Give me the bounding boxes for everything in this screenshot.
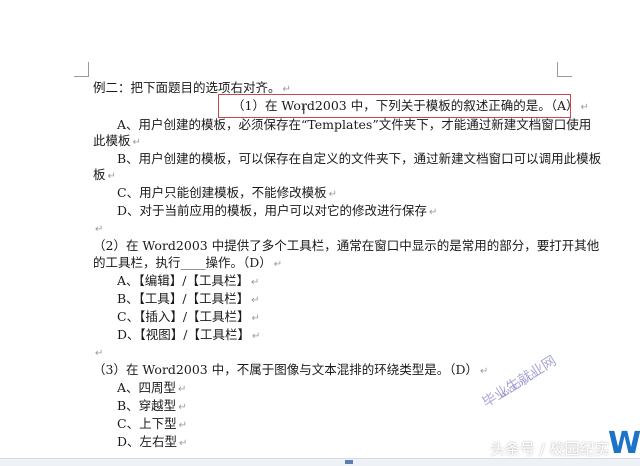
q2-option-d: D、【视图】/【工具栏】 ↵ [117,327,261,342]
paragraph-mark-icon: ↵ [580,102,589,113]
logo: WC [608,426,640,461]
q2-stem-line2: 的工具栏，执行____操作。（D） ↵ [93,255,283,270]
q2-option-c: C、【插入】/【工具栏】 ↵ [117,309,260,324]
paragraph-mark-icon: ↵ [251,331,261,342]
q1-option-a: A、用户创建的模板，必须保存在“Templates”文件夹下，才能通过新建文档窗… [117,117,592,132]
q3-option-d: D、左右型 ↵ [117,434,188,449]
paragraph-mark-icon: ↵ [132,137,141,148]
selection-highlight-box [218,94,571,118]
q3-stem: （3）在 Word2003 中，不属于图像与文本混排的环绕类型是。（D） ↵ [93,362,489,377]
document-page[interactable]: 例二：把下面题目的选项右对齐。 ↵ （1）在 Word2003 中，下列关于模板的… [0,0,640,466]
q2-stem-line1: （2）在 Word2003 中提供了多个工具栏，通常在窗口中显示的是常用的部分，… [93,238,600,253]
paragraph-mark-icon: ↵ [95,224,104,235]
paragraph-mark-icon: ↵ [178,420,187,431]
paragraph-mark-icon: ↵ [95,348,104,359]
paragraph-mark-icon: ↵ [328,189,337,200]
margin-corner-top-right [557,62,572,77]
q3-option-b: B、穿越型 ↵ [117,398,187,413]
paragraph-mark-icon: ↵ [107,171,116,182]
paragraph-mark-icon: ↵ [178,384,187,395]
paragraph-mark-icon: ↵ [178,402,187,413]
q2-option-b: B、【工具】/【工具栏】 ↵ [117,291,260,306]
empty-paragraph: ↵ [93,220,103,238]
q3-option-a: A、四周型 ↵ [117,380,187,395]
scroll-marker-icon[interactable] [345,460,353,464]
paragraph-mark-icon: ↵ [273,259,283,270]
q1-option-b-cont: 板 ↵ [93,167,116,182]
text-cursor-icon: I [302,103,306,117]
q3-option-c: C、上下型 ↵ [117,416,187,431]
margin-corner-top-left [74,62,89,77]
paragraph-mark-icon: ↵ [429,207,438,218]
paragraph-mark-icon: ↵ [251,313,260,324]
paragraph-mark-icon: ↵ [251,277,260,288]
q1-option-d: D、对于当前应用的模板，用户可以对它的修改进行保存 ↵ [117,203,438,218]
attribution-caption: 头条号 / 校园纪实 [490,440,610,458]
paragraph-mark-icon: ↵ [251,295,260,306]
q1-option-b: B、用户创建的模板，可以保存在自定义的文件夹下，通过新建文档窗口可以调用此模板 [117,151,602,166]
paragraph-mark-icon: ↵ [179,438,188,449]
q1-option-a-cont: 此模板 ↵ [93,133,141,148]
q2-option-a: A、【编辑】/【工具栏】 ↵ [117,273,260,288]
empty-paragraph: ↵ [93,344,103,362]
q1-option-c: C、用户只能创建模板，不能修改模板 ↵ [117,185,337,200]
paragraph-mark-icon: ↵ [480,366,489,377]
